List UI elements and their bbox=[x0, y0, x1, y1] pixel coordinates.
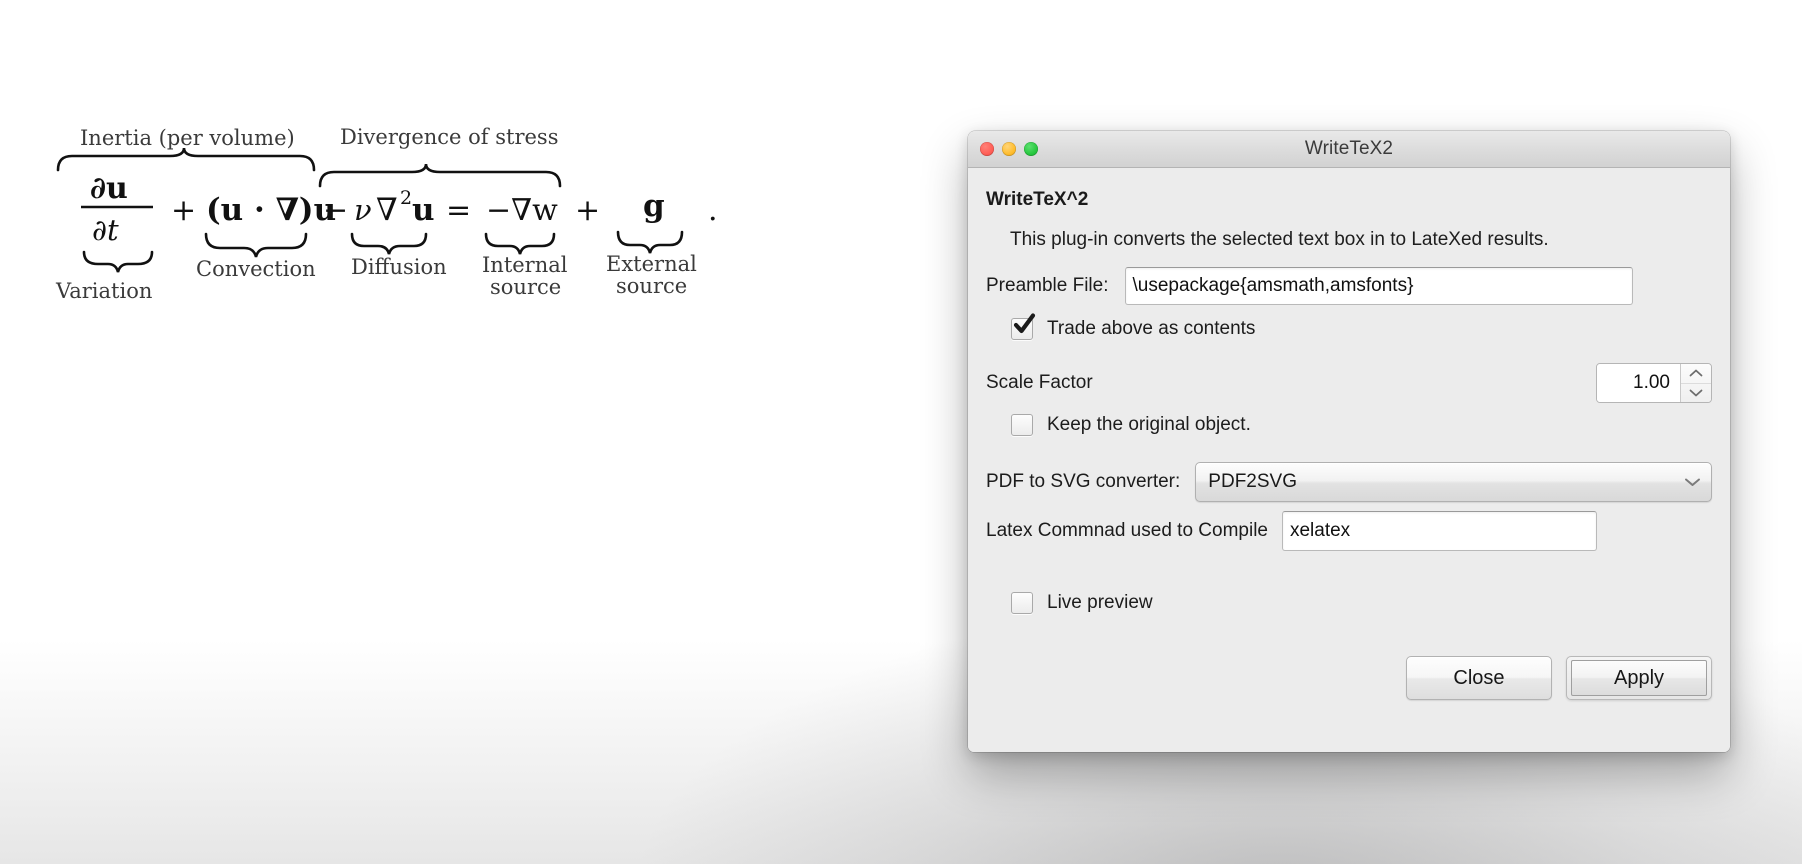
equation-top-label-inertia: Inertia (per volume) bbox=[80, 126, 295, 150]
scale-factor-row: Scale Factor 1.00 bbox=[986, 363, 1712, 403]
trade-above-checkbox-label: Trade above as contents bbox=[1047, 318, 1256, 339]
equation-bottom-label-internal-line2: source bbox=[490, 275, 561, 299]
window-title: WriteTeX2 bbox=[1304, 138, 1394, 159]
trade-above-checkbox[interactable] bbox=[1011, 313, 1036, 340]
equation-bottom-label-external-line1: External bbox=[606, 252, 697, 276]
checkmark-icon bbox=[1013, 313, 1036, 334]
close-window-button[interactable] bbox=[980, 142, 994, 156]
equation-bottom-label-external-line2: source bbox=[616, 274, 687, 298]
term-equals: = bbox=[446, 193, 471, 228]
keep-original-checkbox-label: Keep the original object. bbox=[1047, 414, 1251, 435]
converter-select[interactable]: PDF2SVG bbox=[1195, 462, 1712, 502]
window-controls bbox=[980, 131, 1038, 167]
brace-bottom-convection bbox=[204, 232, 308, 258]
brace-bottom-external-source bbox=[616, 230, 684, 254]
equation-top-label-divergence: Divergence of stress bbox=[340, 125, 558, 149]
apply-button-inner: Apply bbox=[1571, 660, 1707, 696]
term-convection: (u · ∇)u bbox=[206, 192, 336, 228]
term-diffusion-u: u bbox=[412, 192, 435, 228]
trade-above-checkbox-row[interactable]: Trade above as contents bbox=[1011, 313, 1256, 340]
apply-button[interactable]: Apply bbox=[1566, 656, 1712, 700]
dialog-button-bar: Close Apply bbox=[986, 656, 1712, 700]
live-preview-checkbox-label: Live preview bbox=[1047, 592, 1153, 613]
term-period: . bbox=[708, 193, 718, 228]
brace-bottom-internal-source bbox=[484, 232, 556, 255]
chevron-down-icon bbox=[1689, 389, 1703, 397]
term-external-source: g bbox=[643, 188, 665, 224]
window-titlebar: WriteTeX2 bbox=[968, 131, 1730, 168]
term-diffusion-exponent: 2 bbox=[400, 187, 412, 209]
scale-factor-label: Scale Factor bbox=[986, 372, 1093, 393]
brace-bottom-variation bbox=[82, 250, 154, 273]
equation-bottom-label-diffusion: Diffusion bbox=[351, 255, 447, 279]
plugin-description: This plug-in converts the selected text … bbox=[1010, 229, 1549, 250]
equation-bottom-label-internal-line1: Internal bbox=[482, 253, 568, 277]
brace-top-divergence bbox=[318, 163, 562, 188]
live-preview-checkbox[interactable] bbox=[1011, 592, 1033, 614]
latex-command-input[interactable]: xelatex bbox=[1281, 511, 1597, 551]
term-diffusion-nabla: ∇ bbox=[376, 192, 398, 228]
zoom-window-button[interactable] bbox=[1024, 142, 1038, 156]
converter-row: PDF to SVG converter: PDF2SVG bbox=[986, 462, 1712, 502]
equation-bottom-label-convection: Convection bbox=[196, 257, 316, 281]
plugin-heading: WriteTeX^2 bbox=[986, 189, 1089, 210]
preamble-label: Preamble File: bbox=[986, 275, 1109, 296]
latex-command-label: Latex Commnad used to Compile bbox=[986, 520, 1268, 541]
term-plus-2: + bbox=[575, 193, 600, 228]
writetex2-window: WriteTeX2 WriteTeX^2 This plug-in conver… bbox=[968, 131, 1730, 752]
keep-original-checkbox[interactable] bbox=[1011, 414, 1033, 436]
preamble-row: Preamble File: \usepackage{amsmath,amsfo… bbox=[986, 267, 1712, 305]
close-button[interactable]: Close bbox=[1406, 656, 1552, 700]
preamble-input[interactable]: \usepackage{amsmath,amsfonts} bbox=[1124, 267, 1633, 305]
term-plus-1: + bbox=[171, 193, 196, 228]
converter-selected-value: PDF2SVG bbox=[1208, 471, 1297, 492]
term-internal-source: −∇w bbox=[486, 193, 558, 228]
converter-label: PDF to SVG converter: bbox=[986, 471, 1181, 492]
latex-command-row: Latex Commnad used to Compile xelatex bbox=[986, 511, 1712, 551]
equation-bottom-label-variation: Variation bbox=[55, 279, 152, 303]
term-minus: − bbox=[323, 193, 348, 228]
term-partial-numerator: ∂u bbox=[90, 171, 128, 206]
scale-decrement-button[interactable] bbox=[1681, 384, 1711, 403]
latex-equation-preview: Inertia (per volume) Divergence of stres… bbox=[48, 112, 768, 312]
scale-increment-button[interactable] bbox=[1681, 364, 1711, 384]
dialog-body: WriteTeX^2 This plug-in converts the sel… bbox=[968, 168, 1730, 752]
live-preview-checkbox-row[interactable]: Live preview bbox=[1011, 592, 1153, 614]
keep-original-checkbox-row[interactable]: Keep the original object. bbox=[1011, 414, 1251, 436]
scale-factor-value[interactable]: 1.00 bbox=[1597, 364, 1680, 402]
chevron-down-icon bbox=[1685, 478, 1700, 486]
minimize-window-button[interactable] bbox=[1002, 142, 1016, 156]
brace-bottom-diffusion bbox=[350, 232, 428, 255]
scale-factor-stepper-buttons[interactable] bbox=[1680, 364, 1711, 402]
brace-top-inertia bbox=[56, 147, 316, 172]
term-partial-denominator: ∂t bbox=[92, 213, 119, 247]
scale-factor-stepper[interactable]: 1.00 bbox=[1596, 363, 1712, 403]
chevron-up-icon bbox=[1689, 369, 1703, 377]
term-diffusion-nu: ν bbox=[354, 193, 372, 227]
